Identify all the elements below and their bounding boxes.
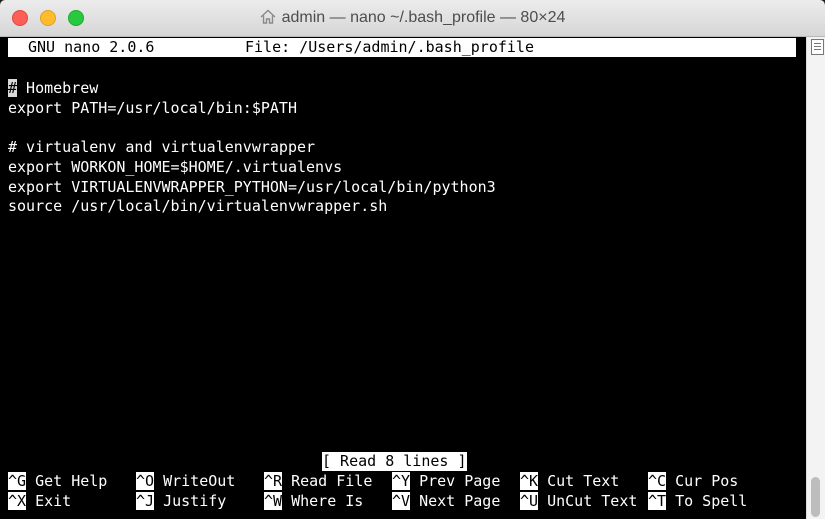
vertical-scrollbar[interactable] xyxy=(806,37,825,519)
shortcut-key: ^J xyxy=(136,492,155,510)
shortcut-label: Exit xyxy=(35,492,72,510)
shortcut-exit[interactable]: ^X Exit xyxy=(8,491,71,511)
shortcut-key: ^T xyxy=(648,492,667,510)
shortcut-label: Get Help xyxy=(35,472,108,490)
shortcut-writeout[interactable]: ^O WriteOut xyxy=(136,471,235,491)
shortcut-get-help[interactable]: ^G Get Help xyxy=(8,471,107,491)
editor-line-2[interactable]: export PATH=/usr/local/bin:$PATH xyxy=(8,98,297,118)
shortcut-key: ^R xyxy=(264,472,283,490)
nano-version: GNU nano 2.0.6 xyxy=(28,38,155,56)
shortcut-label: WriteOut xyxy=(163,472,236,490)
nano-header: GNU nano 2.0.6 File: /Users/admin/.bash_p… xyxy=(8,38,796,57)
home-icon xyxy=(260,9,276,29)
shortcut-key: ^G xyxy=(8,472,27,490)
shortcut-read-file[interactable]: ^R Read File xyxy=(264,471,372,491)
terminal-content[interactable]: GNU nano 2.0.6 File: /Users/admin/.bash_p… xyxy=(0,37,806,519)
shortcut-justify[interactable]: ^J Justify xyxy=(136,491,226,511)
editor-line-5[interactable]: export WORKON_HOME=$HOME/.virtualenvs xyxy=(8,157,342,177)
editor-line-6[interactable]: export VIRTUALENVWRAPPER_PYTHON=/usr/loc… xyxy=(8,177,496,197)
shortcut-next-page[interactable]: ^V Next Page xyxy=(392,491,500,511)
shortcut-to-spell[interactable]: ^T To Spell xyxy=(648,491,747,511)
editor-line-1-text: Homebrew xyxy=(17,79,99,97)
shortcut-key: ^V xyxy=(392,492,411,510)
shortcut-uncut-text[interactable]: ^U UnCut Text xyxy=(520,491,637,511)
window-title: admin — nano ~/.bash_profile — 80×24 xyxy=(281,9,566,26)
shortcut-label: Prev Page xyxy=(419,472,501,490)
scrollbar-thumb[interactable] xyxy=(811,477,820,517)
shortcut-key: ^Y xyxy=(392,472,411,490)
shortcut-label: Read File xyxy=(291,472,373,490)
shortcut-label: To Spell xyxy=(675,492,748,510)
shortcut-where-is[interactable]: ^W Where Is xyxy=(264,491,363,511)
shortcut-key: ^C xyxy=(648,472,667,490)
shortcut-label: Where Is xyxy=(291,492,364,510)
editor-line-1[interactable]: # Homebrew xyxy=(8,78,98,98)
shortcut-key: ^K xyxy=(520,472,539,490)
shortcut-cur-pos[interactable]: ^C Cur Pos xyxy=(648,471,738,491)
nano-filename: File: /Users/admin/.bash_profile xyxy=(245,38,534,56)
shortcut-cut-text[interactable]: ^K Cut Text xyxy=(520,471,619,491)
terminal-window: admin — nano ~/.bash_profile — 80×24 GNU… xyxy=(0,0,825,519)
shortcut-label: Cut Text xyxy=(547,472,620,490)
editor-line-7[interactable]: source /usr/local/bin/virtualenvwrapper.… xyxy=(8,196,387,216)
shortcut-key: ^U xyxy=(520,492,539,510)
title-bar[interactable]: admin — nano ~/.bash_profile — 80×24 xyxy=(0,0,825,37)
shortcut-key: ^X xyxy=(8,492,27,510)
text-cursor: # xyxy=(8,79,18,97)
editor-line-4[interactable]: # virtualenv and virtualenvwrapper xyxy=(8,137,315,157)
shortcut-key: ^W xyxy=(264,492,283,510)
shortcut-label: UnCut Text xyxy=(547,492,638,510)
status-message: [ Read 8 lines ] xyxy=(322,452,467,471)
shortcut-prev-page[interactable]: ^Y Prev Page xyxy=(392,471,500,491)
shortcut-key: ^O xyxy=(136,472,155,490)
shortcut-label: Cur Pos xyxy=(675,472,739,490)
shortcut-label: Justify xyxy=(163,492,227,510)
scrollbar-marker-icon xyxy=(811,39,824,55)
shortcut-label: Next Page xyxy=(419,492,501,510)
window-title-container: admin — nano ~/.bash_profile — 80×24 xyxy=(0,9,825,29)
